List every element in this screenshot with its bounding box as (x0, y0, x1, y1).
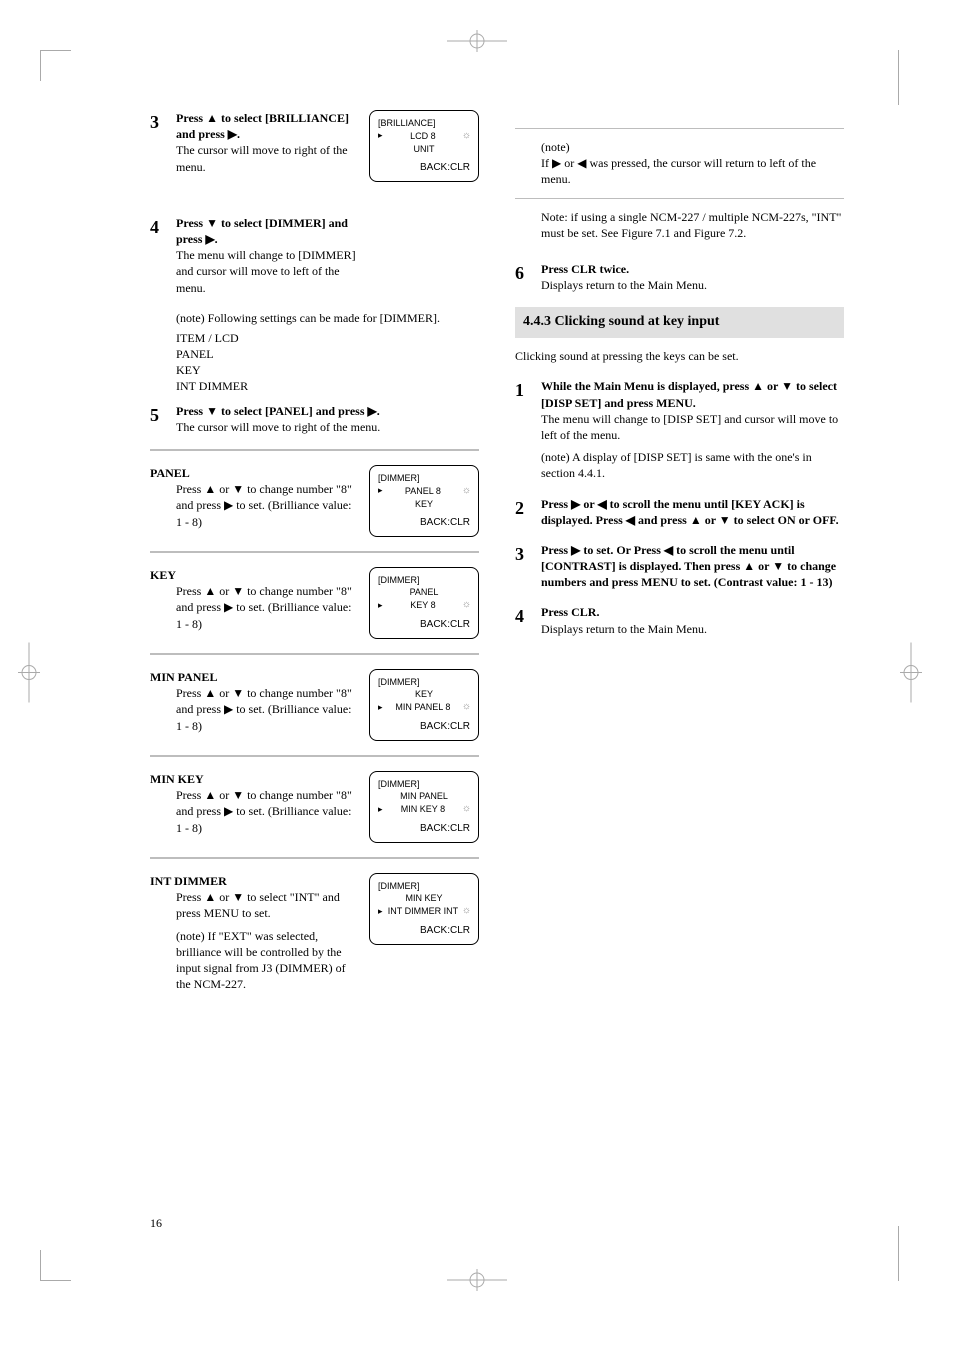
row-head: KEY (150, 567, 357, 583)
section-intro: Clicking sound at pressing the keys can … (515, 348, 844, 364)
lcd-preview: [DIMMER] ▸PANEL 8☼ KEY BACK:CLR (369, 465, 479, 537)
step-sub: The cursor will move to right of the men… (176, 143, 348, 173)
divider (515, 198, 844, 199)
dimmer-table: ITEM / LCD PANEL KEY INT DIMMER (176, 330, 479, 395)
lcd-preview: [BRILLIANCE] ▸LCD 8☼ UNIT BACK:CLR (369, 110, 479, 182)
step-number: 6 (515, 261, 533, 293)
step-number: 3 (150, 110, 168, 175)
divider (150, 755, 479, 757)
row-min-panel: MIN PANEL Press ▲ or ▼ to change number … (150, 669, 479, 741)
step-sub: The menu will change to [DISP SET] and c… (541, 412, 838, 442)
row-panel: PANEL Press ▲ or ▼ to change number "8" … (150, 465, 479, 537)
divider (515, 128, 844, 129)
left-column: 3 Press ▲ to select [BRILLIANCE] and pre… (150, 110, 479, 992)
lcd-preview: [DIMMER] KEY ▸MIN PANEL 8☼ BACK:CLR (369, 669, 479, 741)
row-body: Press ▲ or ▼ to change number "8" and pr… (176, 481, 357, 530)
step-2: 2 Press ▶ or ◀ to scroll the menu until … (515, 496, 844, 528)
step-number: 2 (515, 496, 533, 528)
row-head: MIN PANEL (150, 669, 357, 685)
lcd-preview: [DIMMER] MIN PANEL ▸MIN KEY 8☼ BACK:CLR (369, 771, 479, 843)
step-1: 1 While the Main Menu is displayed, pres… (515, 378, 844, 443)
step-4r: 4 Press CLR. Displays return to the Main… (515, 604, 844, 636)
divider (150, 857, 479, 859)
step-text: Press ▼ to select [PANEL] and press ▶. (176, 404, 380, 418)
registration-mark-icon (900, 642, 922, 709)
row-body: Press ▲ or ▼ to change number "8" and pr… (176, 787, 357, 836)
right-column: (note) If ▶ or ◀ was pressed, the cursor… (515, 110, 844, 992)
page-body: 3 Press ▲ to select [BRILLIANCE] and pre… (0, 0, 954, 992)
step-4-note: (note) Following settings can be made fo… (176, 310, 479, 326)
step-5: 5 Press ▼ to select [PANEL] and press ▶.… (150, 403, 479, 435)
divider (150, 551, 479, 553)
crop-mark (40, 1250, 71, 1281)
step-sub: Displays return to the Main Menu. (541, 278, 707, 292)
page-number: 16 (150, 1215, 162, 1231)
step-3r: 3 Press ▶ to set. Or Press ◀ to scroll t… (515, 542, 844, 591)
row-body: Press ▲ or ▼ to change number "8" and pr… (176, 583, 357, 632)
step-number: 1 (515, 378, 533, 443)
step-sub: Displays return to the Main Menu. (541, 622, 707, 636)
registration-mark-icon (447, 30, 507, 52)
row-int-dimmer: INT DIMMER Press ▲ or ▼ to select "INT" … (150, 873, 479, 992)
row-head: MIN KEY (150, 771, 357, 787)
row-note: (note) If "EXT" was selected, brilliance… (176, 928, 357, 993)
step-number: 5 (150, 403, 168, 435)
step-number: 3 (515, 542, 533, 591)
row-min-key: MIN KEY Press ▲ or ▼ to change number "8… (150, 771, 479, 843)
note-paragraph: (note) If ▶ or ◀ was pressed, the cursor… (541, 139, 844, 188)
step-text: Press ▶ to set. Or Press ◀ to scroll the… (541, 543, 836, 589)
step-1-note: (note) A display of [DISP SET] is same w… (541, 449, 844, 481)
lcd-preview: [DIMMER] MIN KEY ▸INT DIMMER INT☼ BACK:C… (369, 873, 479, 945)
registration-mark-icon (447, 1269, 507, 1291)
step-6: 6 Press CLR twice. Displays return to th… (515, 261, 844, 293)
note-paragraph: Note: if using a single NCM-227 / multip… (541, 209, 844, 241)
row-head: PANEL (150, 465, 357, 481)
lcd-preview: [DIMMER] PANEL ▸KEY 8☼ BACK:CLR (369, 567, 479, 639)
crop-mark (40, 50, 71, 81)
divider (150, 653, 479, 655)
divider (150, 449, 479, 451)
step-sub: The menu will change to [DIMMER] and cur… (176, 248, 356, 294)
step-3: 3 Press ▲ to select [BRILLIANCE] and pre… (150, 110, 357, 175)
step-sub: The cursor will move to right of the men… (176, 420, 380, 434)
row-body: Press ▲ or ▼ to change number "8" and pr… (176, 685, 357, 734)
crop-mark (880, 1226, 899, 1281)
step-text: Press ▼ to select [DIMMER] and press ▶. (176, 216, 348, 246)
step-text: Press CLR. (541, 605, 599, 619)
row-head: INT DIMMER (150, 873, 357, 889)
registration-mark-icon (18, 642, 40, 709)
section-heading: 4.4.3 Clicking sound at key input (515, 307, 844, 338)
row-key: KEY Press ▲ or ▼ to change number "8" an… (150, 567, 479, 639)
step-4: 4 Press ▼ to select [DIMMER] and press ▶… (150, 215, 357, 296)
step-number: 4 (150, 215, 168, 296)
step-text: While the Main Menu is displayed, press … (541, 379, 837, 409)
crop-mark (880, 50, 899, 105)
step-text: Press CLR twice. (541, 262, 629, 276)
row-body: Press ▲ or ▼ to select "INT" and press M… (176, 889, 357, 921)
step-number: 4 (515, 604, 533, 636)
step-text: Press ▶ or ◀ to scroll the menu until [K… (541, 497, 839, 527)
step-text: Press ▲ to select [BRILLIANCE] and press… (176, 111, 349, 141)
